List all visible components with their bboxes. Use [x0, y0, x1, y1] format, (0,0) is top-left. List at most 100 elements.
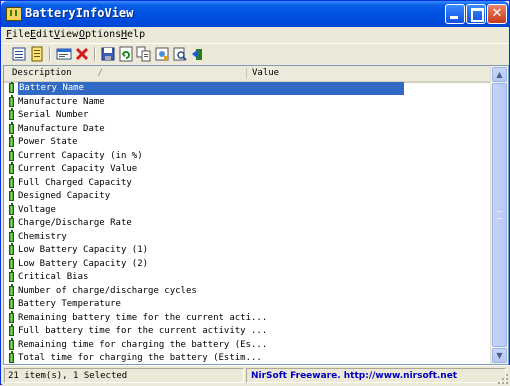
list-item[interactable]: Designed Capacity [4, 189, 492, 203]
list-item[interactable]: Charge/Discharge Rate [4, 216, 492, 230]
list-item[interactable]: Total time for charging the battery (Est… [4, 351, 492, 365]
scroll-up-button[interactable]: ▲ [492, 67, 507, 82]
html-report-icon[interactable] [154, 46, 170, 62]
battery-app-icon [6, 7, 22, 21]
column-divider[interactable] [246, 68, 247, 79]
find-icon[interactable] [172, 46, 188, 62]
battery-icon [9, 310, 14, 323]
close-button[interactable]: ✕ [487, 4, 507, 24]
column-description-label: Description [12, 68, 72, 78]
chevron-down-icon: ▼ [496, 351, 503, 360]
maximize-icon [471, 8, 484, 22]
list-item-label: Full battery time for the current activi… [18, 326, 268, 336]
list-item-label: Low Battery Capacity (2) [18, 258, 149, 269]
list-item-label: Critical Bias [18, 272, 89, 282]
delete-icon[interactable] [74, 46, 90, 62]
column-value-label: Value [252, 68, 280, 78]
toolbar-separator [94, 47, 96, 61]
list-item[interactable]: Battery Name [4, 82, 492, 95]
list-item-label: Manufacture Date [18, 123, 105, 134]
save-icon[interactable] [100, 46, 116, 62]
list-item[interactable]: Critical Bias [4, 270, 492, 284]
list-item[interactable]: Remaining time for charging the battery … [4, 337, 492, 352]
column-header-value[interactable]: Value [252, 68, 279, 78]
battery-info-list[interactable]: Description / Value Battery Name Manufactu… [3, 65, 509, 365]
sort-arrow-icon: / [97, 68, 104, 78]
list-item-label: Battery Name [18, 82, 404, 95]
list-item[interactable]: Current Capacity (in %) [4, 148, 492, 163]
refresh-icon[interactable] [118, 46, 134, 62]
minimize-icon [450, 16, 458, 19]
status-bar: 21 item(s), 1 Selected NirSoft Freeware.… [2, 365, 510, 386]
battery-icon [9, 229, 14, 242]
list-item[interactable]: Chemistry [4, 229, 492, 244]
menu-view[interactable]: View [54, 29, 78, 40]
list-item[interactable]: Manufacture Name [4, 94, 492, 109]
menu-options-label: ptions [85, 29, 122, 40]
nirsoft-link[interactable]: NirSoft Freeware. http://www.nirsoft.net [246, 368, 506, 383]
battery-icon [9, 324, 14, 336]
list-item[interactable]: Power State [4, 135, 492, 149]
list-item[interactable]: Remaining battery time for the current a… [4, 310, 492, 325]
log-icon[interactable] [29, 46, 45, 62]
list-item[interactable]: Low Battery Capacity (1) [4, 243, 492, 257]
battery-icon [9, 351, 14, 363]
list-item[interactable]: Battery Temperature [4, 297, 492, 311]
toolbar [3, 43, 509, 65]
list-item-label: Designed Capacity [18, 191, 111, 201]
list-item[interactable]: Voltage [4, 202, 492, 217]
list-item-label: Chemistry [18, 231, 67, 242]
menu-help[interactable]: Help [121, 29, 145, 40]
menu-file[interactable]: File [6, 29, 30, 40]
battery-icon [9, 148, 14, 161]
battery-icon [9, 337, 14, 350]
list-item-label: Number of charge/discharge cycles [18, 285, 197, 296]
list-item-label: Remaining battery time for the current a… [18, 312, 268, 323]
copy-icon[interactable] [136, 46, 152, 62]
battery-icon [9, 135, 14, 147]
toolbar-separator [49, 47, 51, 61]
vertical-scrollbar[interactable]: ▲ ▼ [490, 66, 508, 364]
maximize-button[interactable] [466, 4, 486, 24]
battery-icon [9, 216, 14, 228]
menu-file-label: ile [12, 29, 31, 40]
battery-icon [9, 243, 14, 255]
list-item[interactable]: Serial Number [4, 108, 492, 122]
list-item-label: Current Capacity (in %) [18, 150, 143, 161]
list-item[interactable]: Current Capacity Value [4, 162, 492, 176]
list-item-label: Remaining time for charging the battery … [18, 339, 268, 350]
list-item[interactable]: Number of charge/discharge cycles [4, 283, 492, 298]
list-item[interactable]: Full battery time for the current activi… [4, 324, 492, 338]
scroll-thumb[interactable] [492, 83, 507, 347]
list-item[interactable]: Low Battery Capacity (2) [4, 256, 492, 271]
battery-info-icon[interactable] [11, 46, 27, 62]
menu-help-label: elp [127, 29, 146, 40]
battery-icon [9, 189, 14, 201]
scroll-down-button[interactable]: ▼ [492, 348, 507, 363]
list-item-label: Charge/Discharge Rate [18, 218, 132, 228]
battery-icon [9, 82, 14, 93]
exit-icon[interactable] [190, 46, 206, 62]
resize-grip-icon[interactable] [498, 374, 508, 384]
menu-options[interactable]: Options [79, 29, 121, 40]
list-item[interactable]: Full Charged Capacity [4, 175, 492, 190]
battery-icon [9, 108, 14, 120]
list-item-label: Current Capacity Value [18, 164, 138, 174]
battery-icon [9, 121, 14, 134]
window-title: BatteryInfoView [25, 6, 134, 20]
battery-icon [9, 94, 14, 107]
chevron-up-icon: ▲ [496, 70, 503, 79]
battery-icon [9, 175, 14, 188]
battery-icon [9, 270, 14, 282]
properties-icon[interactable] [56, 46, 72, 62]
close-icon: ✕ [491, 6, 503, 21]
column-header-description[interactable]: Description / [12, 68, 103, 78]
battery-icon [9, 283, 14, 296]
menu-edit[interactable]: Edit [30, 29, 54, 40]
title-bar[interactable]: BatteryInfoView ✕ [1, 1, 509, 27]
list-item[interactable]: Manufacture Date [4, 121, 492, 136]
minimize-button[interactable] [445, 4, 465, 24]
battery-icon [9, 297, 14, 309]
list-item-label: Battery Temperature [18, 299, 121, 309]
list-item-label: Low Battery Capacity (1) [18, 245, 149, 255]
